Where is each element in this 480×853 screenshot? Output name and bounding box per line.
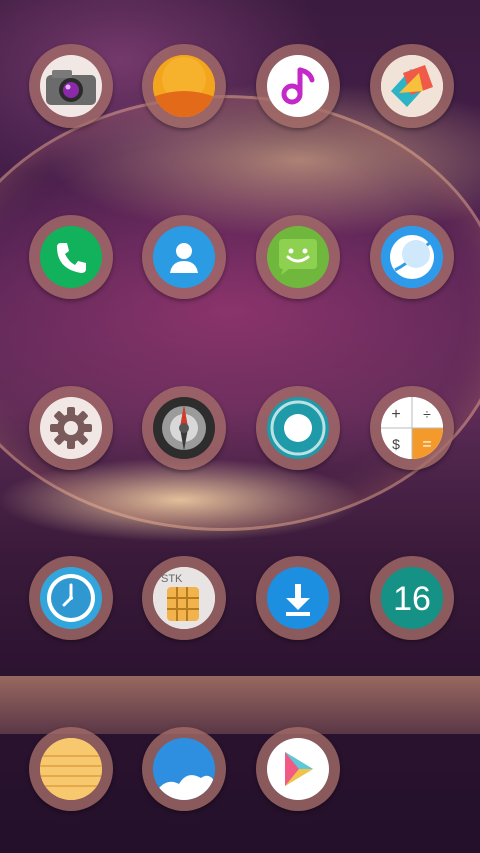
music-app[interactable] bbox=[256, 44, 340, 128]
camera-icon bbox=[40, 55, 102, 117]
notes-app[interactable] bbox=[29, 727, 113, 811]
svg-text:=: = bbox=[422, 436, 431, 453]
messages-app[interactable] bbox=[256, 215, 340, 299]
contacts-app[interactable] bbox=[142, 215, 226, 299]
browser-circle-icon bbox=[381, 226, 443, 288]
contact-person-icon bbox=[153, 226, 215, 288]
calendar-app[interactable]: 16 bbox=[370, 556, 454, 640]
sunset-icon bbox=[153, 55, 215, 117]
weather-app[interactable] bbox=[142, 727, 226, 811]
calculator-icon: + ÷ $ = bbox=[381, 397, 443, 459]
svg-text:÷: ÷ bbox=[423, 406, 431, 422]
calendar-date-icon: 16 bbox=[381, 567, 443, 629]
sim-toolkit-app[interactable]: STK bbox=[142, 556, 226, 640]
svg-text:+: + bbox=[391, 406, 400, 423]
camera-app[interactable] bbox=[29, 44, 113, 128]
browser-app[interactable] bbox=[370, 215, 454, 299]
gear-icon bbox=[40, 397, 102, 459]
chat-bubble-icon bbox=[267, 226, 329, 288]
phone-handset-icon bbox=[40, 226, 102, 288]
music-note-icon bbox=[267, 55, 329, 117]
clock-app[interactable] bbox=[29, 556, 113, 640]
gallery-app[interactable] bbox=[142, 44, 226, 128]
overlapping-cards-icon bbox=[381, 55, 443, 117]
recorder-app[interactable] bbox=[256, 386, 340, 470]
download-arrow-icon bbox=[267, 567, 329, 629]
calculator-app[interactable]: + ÷ $ = bbox=[370, 386, 454, 470]
play-triangle-icon bbox=[267, 738, 329, 800]
calendar-date-label: 16 bbox=[393, 580, 431, 618]
record-dot-icon bbox=[267, 397, 329, 459]
app-grid: + ÷ $ = STK 16 bbox=[0, 0, 480, 853]
compass-icon bbox=[153, 397, 215, 459]
notepad-icon bbox=[40, 738, 102, 800]
sim-card-icon: STK bbox=[153, 567, 215, 629]
svg-text:$: $ bbox=[392, 436, 400, 452]
phone-app[interactable] bbox=[29, 215, 113, 299]
play-store-app[interactable] bbox=[256, 727, 340, 811]
compass-app[interactable] bbox=[142, 386, 226, 470]
sim-toolkit-label: STK bbox=[161, 573, 183, 585]
settings-app[interactable] bbox=[29, 386, 113, 470]
downloads-app[interactable] bbox=[256, 556, 340, 640]
cards-app[interactable] bbox=[370, 44, 454, 128]
clock-icon bbox=[40, 567, 102, 629]
weather-cloud-icon bbox=[153, 738, 215, 800]
